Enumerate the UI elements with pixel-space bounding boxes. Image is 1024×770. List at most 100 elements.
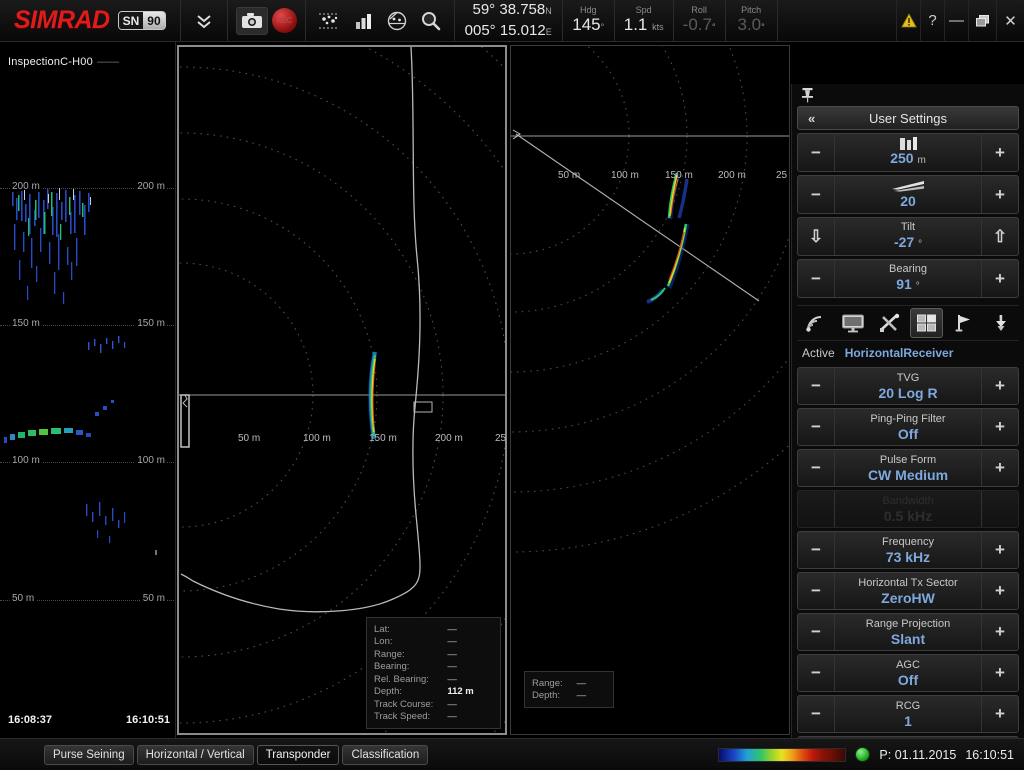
ping-ping-filter-increase-button[interactable]: +: [981, 409, 1018, 445]
sidebar-tabstrip: [797, 305, 1019, 341]
center-range-label: 25: [495, 433, 507, 444]
control-range[interactable]: − 250 m +: [797, 133, 1019, 172]
horizontal-sonar-panel[interactable]: 50 m 100 m 150 m 200 m 25 Lat: — Lon: — Ra…: [177, 45, 507, 735]
range-bars-icon: [891, 136, 925, 150]
setting-range-projection[interactable]: − Range Projection Slant +: [797, 613, 1019, 651]
right-range-label: 100 m: [611, 170, 639, 181]
readout-roll-value: -0.7°: [682, 15, 716, 34]
settings-sidebar: « User Settings − 250 m + − 20 + ⇩ Tilt …: [791, 84, 1024, 770]
bearing-value: 91 °: [896, 275, 920, 292]
active-receiver-value[interactable]: HorizontalReceiver: [845, 346, 954, 360]
readout-spd-value: 1.1 kts: [623, 15, 664, 34]
horizontal-tx-sector-value: ZeroHW: [881, 589, 935, 606]
collapse-chevron-icon[interactable]: «: [808, 111, 815, 126]
range-projection-label: Range Projection: [865, 617, 951, 630]
top-toolbar: SIMRAD SN 90 REC 59° 38.758N 005° 15.012…: [0, 0, 1024, 42]
frequency-label: Frequency: [882, 535, 934, 548]
rcg-decrease-button[interactable]: −: [798, 696, 835, 732]
tab-sonar-waves[interactable]: [799, 308, 832, 338]
agc-decrease-button[interactable]: −: [798, 655, 835, 691]
tilt-up-button[interactable]: ⇧: [981, 218, 1018, 255]
pulse-form-increase-button[interactable]: +: [981, 450, 1018, 486]
frequency-value: 73 kHz: [885, 548, 931, 565]
range-decrease-button[interactable]: −: [798, 134, 835, 171]
tvg-increase-button[interactable]: +: [981, 368, 1018, 404]
gain-increase-button[interactable]: +: [981, 176, 1018, 213]
tab-display[interactable]: [836, 308, 869, 338]
setting-rcg[interactable]: − RCG 1 +: [797, 695, 1019, 733]
horizontal-tx-sector-decrease-button[interactable]: −: [798, 573, 835, 609]
setting-ping-ping-filter[interactable]: − Ping-Ping Filter Off +: [797, 408, 1019, 446]
tilt-down-button[interactable]: ⇩: [798, 218, 835, 255]
horizontal-tx-sector-increase-button[interactable]: +: [981, 573, 1018, 609]
control-tilt[interactable]: ⇩ Tilt -27 ° ⇧: [797, 217, 1019, 256]
main-display-area: InspectionC-H00 —— 200 m 200 m 150 m 150 …: [0, 42, 1024, 770]
minimize-icon[interactable]: —: [944, 0, 968, 42]
ping-ping-filter-decrease-button[interactable]: −: [798, 409, 835, 445]
chevron-double-down-icon[interactable]: [189, 6, 219, 36]
vertical-info-box: Range: — Depth: —: [524, 671, 614, 708]
user-settings-header[interactable]: « User Settings: [797, 106, 1019, 130]
help-icon[interactable]: ?: [920, 0, 944, 42]
range-increase-button[interactable]: +: [981, 134, 1018, 171]
workspace-tabs: Purse Seining Horizontal / Vertical Tran…: [44, 744, 429, 765]
center-range-label: 150 m: [369, 433, 397, 444]
warning-icon[interactable]: [896, 0, 920, 42]
sonar-target-icon[interactable]: [382, 6, 412, 36]
record-button[interactable]: REC: [271, 8, 297, 33]
camera-icon[interactable]: [235, 6, 268, 35]
pin-icon[interactable]: [800, 87, 815, 103]
echogram-time-start: 16:08:37: [8, 714, 53, 726]
range-value: 250 m: [890, 149, 926, 166]
agc-increase-button[interactable]: +: [981, 655, 1018, 691]
range-projection-increase-button[interactable]: +: [981, 614, 1018, 650]
setting-tvg[interactable]: − TVG 20 Log R +: [797, 367, 1019, 405]
agc-value: Off: [897, 671, 919, 688]
right-range-label: 50 m: [558, 170, 581, 181]
gain-decrease-button[interactable]: −: [798, 176, 835, 213]
longitude-hemisphere: E: [545, 26, 552, 37]
target-info-box: Lat: — Lon: — Range: — Bearing: — Rel. Beari…: [366, 617, 501, 729]
echogram-panel[interactable]: InspectionC-H00 —— 200 m 200 m 150 m 150 …: [0, 42, 176, 738]
setting-frequency[interactable]: − Frequency 73 kHz +: [797, 531, 1019, 569]
center-range-label: 100 m: [303, 433, 331, 444]
bearing-label: Bearing: [889, 262, 927, 275]
status-time: 16:10:51: [965, 747, 1014, 762]
restore-icon[interactable]: [968, 0, 996, 42]
tab-transponder[interactable]: Transponder: [256, 744, 340, 765]
color-scale-bar: [718, 747, 847, 762]
ping-ping-filter-value: Off: [897, 425, 919, 442]
control-bearing[interactable]: − Bearing 91 ° +: [797, 259, 1019, 298]
tilt-label: Tilt: [900, 220, 916, 233]
bearing-increase-button[interactable]: +: [981, 260, 1018, 297]
setting-pulse-form[interactable]: − Pulse Form CW Medium +: [797, 449, 1019, 487]
tab-flag[interactable]: [947, 308, 980, 338]
frequency-increase-button[interactable]: +: [981, 532, 1018, 568]
tab-tools[interactable]: [873, 308, 906, 338]
frequency-decrease-button[interactable]: −: [798, 532, 835, 568]
magnifier-icon[interactable]: [416, 6, 446, 36]
right-range-label: 25: [776, 170, 788, 181]
tvg-decrease-button[interactable]: −: [798, 368, 835, 404]
range-display: 250 m: [835, 134, 981, 171]
tab-grid-layout[interactable]: [910, 308, 943, 338]
setting-agc[interactable]: − AGC Off +: [797, 654, 1019, 692]
bar-chart-icon[interactable]: [348, 6, 378, 36]
tab-download[interactable]: [984, 308, 1017, 338]
setting-horizontal-tx-sector[interactable]: − Horizontal Tx Sector ZeroHW +: [797, 572, 1019, 610]
display-monitor-icon: [841, 313, 865, 333]
bearing-decrease-button[interactable]: −: [798, 260, 835, 297]
close-icon[interactable]: ✕: [996, 0, 1024, 42]
tab-horizontal-vertical[interactable]: Horizontal / Vertical: [136, 744, 254, 765]
range-projection-decrease-button[interactable]: −: [798, 614, 835, 650]
latitude-readout: 59° 38.758N: [465, 0, 552, 21]
vertical-sonar-panel[interactable]: 50 m 100 m 150 m 200 m 25 Range: — Depth:…: [510, 45, 790, 735]
rcg-increase-button[interactable]: +: [981, 696, 1018, 732]
tab-purse-seining[interactable]: Purse Seining: [44, 744, 134, 765]
control-gain[interactable]: − 20 +: [797, 175, 1019, 214]
tilt-display: Tilt -27 °: [835, 218, 981, 255]
pulse-form-decrease-button[interactable]: −: [798, 450, 835, 486]
brand-name: SIMRAD: [14, 6, 110, 34]
scatter-plot-icon[interactable]: [314, 6, 344, 36]
tab-classification[interactable]: Classification: [342, 744, 429, 765]
